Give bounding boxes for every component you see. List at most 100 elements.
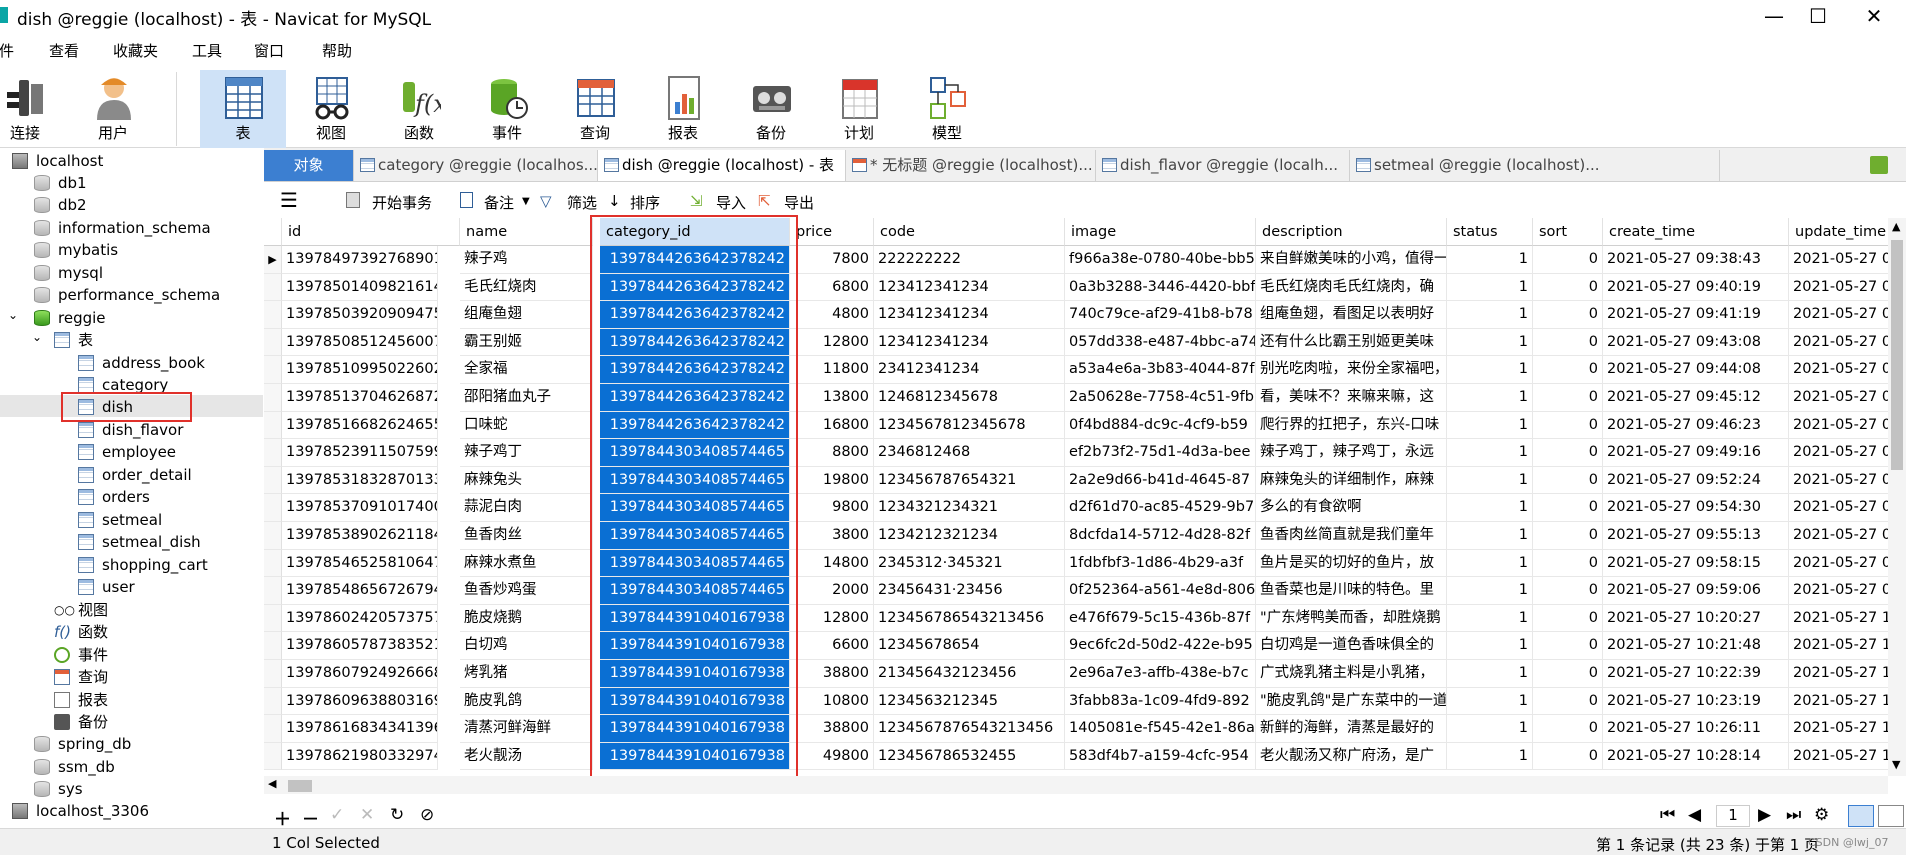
first-page-icon[interactable]: ⏮ [1660, 805, 1675, 825]
cell-update_time[interactable]: 2021-05-27 10 [1789, 605, 1888, 633]
cell-id[interactable]: 1397860578738352129 [282, 632, 438, 660]
cell-description[interactable]: 看，美味不？来嘛来嘛，这 [1256, 384, 1447, 412]
table-row[interactable]: 1397853890262118402鱼香肉丝13978443034085744… [264, 522, 1888, 550]
cell-id[interactable]: 1397853709101740034 [282, 494, 438, 522]
table-row[interactable]: 1397850392090947585组庵鱼翅13978442636423782… [264, 301, 1888, 329]
cell-sort[interactable]: 0 [1533, 328, 1603, 357]
cell-image[interactable]: 0a3b3288-3446-4420-bbf [1065, 273, 1256, 302]
cell-image[interactable]: 1405081e-f545-42e1-86a [1065, 715, 1256, 743]
cell-code[interactable]: 23456431·23456 [874, 577, 1065, 605]
tab-untitled-query[interactable]: * 无标题 @reggie (localhost)... [846, 150, 1096, 181]
cell-image[interactable]: 2e96a7e3-affb-438e-b7c [1065, 660, 1256, 688]
cell-code[interactable]: 23412341234 [874, 356, 1065, 384]
cell-status[interactable]: 1 [1447, 660, 1533, 688]
cell-code[interactable]: 1234212321234 [874, 522, 1065, 550]
cell-status[interactable]: 1 [1447, 632, 1533, 660]
cell-name[interactable]: 全家福 [460, 356, 593, 384]
cell-description[interactable]: 爬行界的扛把子，东兴-口味 [1256, 411, 1447, 440]
cell-price[interactable]: 12800 [790, 604, 874, 633]
cell-id[interactable]: 1397854652581064706 [282, 549, 438, 578]
memo-dropdown-icon[interactable]: ▼ [522, 196, 530, 207]
cell-description[interactable]: 广式烧乳猪主料是小乳猪， [1256, 660, 1447, 688]
cell-description[interactable]: 组庵鱼翅，看图足以表明好 [1256, 301, 1447, 329]
cell-update_time[interactable]: 2021-05-27 09 [1789, 494, 1888, 522]
row-indicator[interactable] [264, 660, 282, 688]
cell-price[interactable]: 12800 [790, 328, 874, 357]
table-row[interactable]: 1397853183287013378麻辣兔头13978443034085744… [264, 466, 1888, 495]
cell-id[interactable]: 1397851370462687234 [282, 384, 438, 412]
cell-image[interactable]: 057dd338-e487-4bbc-a74 [1065, 328, 1256, 357]
cell-sort[interactable]: 0 [1533, 466, 1603, 495]
cell-code[interactable]: 123456786543213456 [874, 604, 1065, 633]
cell-sort[interactable]: 0 [1533, 604, 1603, 633]
column-header-id[interactable]: id [282, 218, 460, 246]
cell-image[interactable]: 2a2e9d66-b41d-4645-87 [1065, 466, 1256, 495]
toolbar-view[interactable]: 视图 [288, 70, 374, 148]
cell-price[interactable]: 16800 [790, 411, 874, 440]
cell-create_time[interactable]: 2021-05-27 09:58:15 [1603, 549, 1789, 578]
cell-id[interactable]: 1397853890262118402 [282, 522, 438, 550]
toolbar-schedule[interactable]: 计划 [816, 70, 902, 148]
cell-name[interactable]: 烤乳猪 [460, 660, 593, 688]
cell-create_time[interactable]: 2021-05-27 10:22:39 [1603, 660, 1789, 688]
cell-status[interactable]: 1 [1447, 742, 1533, 771]
cell-id[interactable]: 1397854865672679425 [282, 577, 438, 605]
cell-create_time[interactable]: 2021-05-27 09:54:30 [1603, 494, 1789, 522]
cell-sort[interactable]: 0 [1533, 384, 1603, 412]
row-indicator[interactable] [264, 301, 282, 329]
column-header-name[interactable]: name [460, 218, 593, 246]
cell-price[interactable]: 10800 [790, 687, 874, 716]
table-row[interactable]: 1397861683434139649清蒸河鲜海鲜139784439104016… [264, 715, 1888, 743]
scroll-up-icon[interactable]: ▲ [1892, 220, 1900, 233]
table-row[interactable]: 1397851370462687234邵阳猪血丸子139784426364237… [264, 384, 1888, 412]
cell-code[interactable]: 213456432123456 [874, 660, 1065, 688]
tab-dish_flavor[interactable]: dish_flavor @reggie (localh... [1096, 150, 1350, 181]
cell-description[interactable]: 麻辣兔头的详细制作，麻辣 [1256, 466, 1447, 495]
row-indicator[interactable] [264, 328, 282, 357]
toolbar-user[interactable]: 用户 [70, 70, 156, 148]
cell-image[interactable]: 0f4bd884-dc9c-4cf9-b59 [1065, 411, 1256, 440]
cell-image[interactable]: 740c79ce-af29-41b8-b78 [1065, 301, 1256, 329]
export-button[interactable]: 导出 [784, 192, 814, 213]
cell-id[interactable]: 1397851668262465537 [282, 411, 438, 440]
toolbar-backup[interactable]: 备份 [728, 70, 814, 148]
cell-price[interactable]: 13800 [790, 384, 874, 412]
data-grid[interactable]: id name category_id price code image descripti… [264, 218, 1888, 776]
cell-image[interactable]: 1fdbfbf3-1d86-4b29-a3f [1065, 549, 1256, 578]
cell-name[interactable]: 组庵鱼翅 [460, 301, 593, 329]
column-header-status[interactable]: status [1447, 218, 1533, 246]
grid-view-icon[interactable] [1848, 805, 1874, 827]
cell-image[interactable]: d2f61d70-ac85-4529-9b7 [1065, 494, 1256, 522]
tab-dish[interactable]: dish @reggie (localhost) - 表 [598, 150, 846, 181]
column-header-image[interactable]: image [1065, 218, 1256, 246]
import-button[interactable]: 导入 [716, 192, 746, 213]
cell-sort[interactable]: 0 [1533, 273, 1603, 302]
cell-update_time[interactable]: 2021-05-27 09 [1789, 550, 1888, 578]
cell-price[interactable]: 4800 [790, 301, 874, 329]
cell-description[interactable]: 还有什么比霸王别姬更美味 [1256, 328, 1447, 357]
cell-code[interactable]: 123412341234 [874, 328, 1065, 357]
cell-id[interactable]: 1397850392090947585 [282, 301, 438, 329]
page-number-input[interactable]: 1 [1716, 805, 1750, 827]
cell-status[interactable]: 1 [1447, 246, 1533, 274]
cell-update_time[interactable]: 2021-05-27 09 [1789, 356, 1888, 384]
sort-button[interactable]: 排序 [630, 192, 660, 213]
form-view-icon[interactable] [1878, 805, 1904, 827]
row-indicator[interactable] [264, 549, 282, 578]
cell-price[interactable]: 8800 [790, 439, 874, 467]
column-header-price[interactable]: price [790, 218, 874, 246]
cell-id[interactable]: 1397850140982161409 [282, 273, 438, 302]
last-page-icon[interactable]: ⏭ [1786, 805, 1801, 825]
cell-status[interactable]: 1 [1447, 466, 1533, 495]
cell-status[interactable]: 1 [1447, 715, 1533, 743]
cell-name[interactable]: 霸王别姬 [460, 328, 593, 357]
cell-sort[interactable]: 0 [1533, 246, 1603, 274]
row-indicator[interactable] [264, 384, 282, 412]
cell-description[interactable]: 新鲜的海鲜，清蒸是最好的 [1256, 715, 1447, 743]
refresh-icon[interactable]: ↻ [390, 805, 404, 825]
cell-price[interactable]: 3800 [790, 522, 874, 550]
table-row[interactable]: 1397853709101740034蒜泥白肉13978443034085744… [264, 494, 1888, 522]
table-row[interactable]: 1397850140982161409毛氏红烧肉1397844263642378… [264, 273, 1888, 302]
table-row[interactable]: 1397854865672679425鱼香炒鸡蛋1397844303408574… [264, 577, 1888, 605]
cell-status[interactable]: 1 [1447, 687, 1533, 716]
